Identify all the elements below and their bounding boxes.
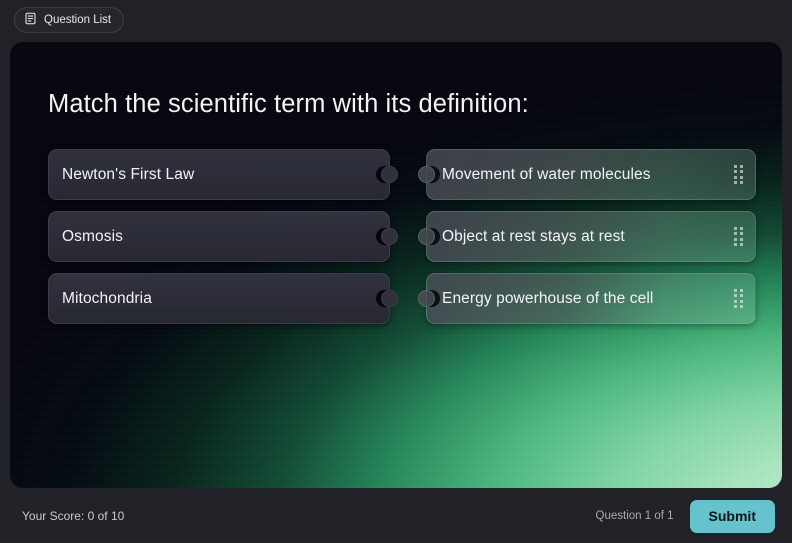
term-label: Newton's First Law: [62, 165, 195, 183]
definition-label: Movement of water molecules: [442, 165, 651, 183]
submit-button[interactable]: Submit: [689, 499, 775, 533]
puzzle-knob-icon: [381, 228, 398, 245]
term-card[interactable]: Mitochondria: [48, 273, 398, 324]
match-row: Osmosis Object at rest stays at rest: [48, 211, 756, 262]
definition-label: Energy powerhouse of the cell: [442, 289, 654, 307]
matching-area: Newton's First Law Movement of water mol…: [48, 149, 756, 335]
score-label: Your Score: 0 of 10: [22, 509, 125, 523]
drag-handle-icon[interactable]: [733, 164, 743, 185]
drag-handle-icon[interactable]: [733, 288, 743, 309]
puzzle-knob-icon: [381, 166, 398, 183]
footer-bar: Your Score: 0 of 10 Question 1 of 1 Subm…: [0, 489, 792, 543]
question-list-button[interactable]: Question List: [14, 7, 125, 33]
definition-card[interactable]: Movement of water molecules: [418, 149, 756, 200]
document-list-icon: [24, 12, 37, 28]
puzzle-knob-icon: [418, 228, 435, 245]
puzzle-knob-icon: [418, 166, 435, 183]
top-bar: Question List: [0, 0, 792, 40]
term-label: Mitochondria: [62, 289, 152, 307]
quiz-question-title: Match the scientific term with its defin…: [48, 90, 529, 118]
drag-handle-icon[interactable]: [733, 226, 743, 247]
question-list-label: Question List: [44, 14, 112, 26]
definition-card[interactable]: Energy powerhouse of the cell: [418, 273, 756, 324]
question-counter: Question 1 of 1: [595, 510, 674, 522]
term-card[interactable]: Osmosis: [48, 211, 398, 262]
footer-right-group: Question 1 of 1 Submit: [595, 499, 775, 533]
term-label: Osmosis: [62, 227, 123, 245]
puzzle-knob-icon: [381, 290, 398, 307]
definition-label: Object at rest stays at rest: [442, 227, 625, 245]
definition-card[interactable]: Object at rest stays at rest: [418, 211, 756, 262]
puzzle-knob-icon: [418, 290, 435, 307]
match-row: Mitochondria Energy powerhouse of the ce…: [48, 273, 756, 324]
match-row: Newton's First Law Movement of water mol…: [48, 149, 756, 200]
quiz-panel: Match the scientific term with its defin…: [10, 42, 782, 488]
term-card[interactable]: Newton's First Law: [48, 149, 398, 200]
